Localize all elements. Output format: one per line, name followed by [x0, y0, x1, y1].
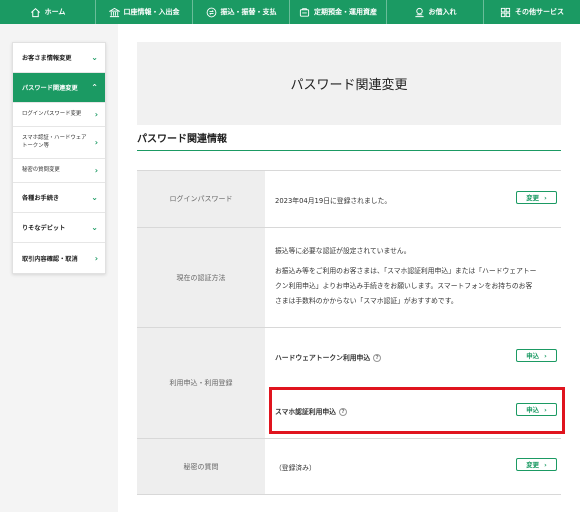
home-icon	[30, 7, 40, 17]
nav-account[interactable]: 口座情報・入出金	[96, 0, 193, 24]
hardware-token-apply-button[interactable]: 申込 ›	[516, 349, 557, 362]
chevron-right-icon: ›	[94, 109, 98, 119]
sidebar-item-procedures[interactable]: 各種お手続き ⌄	[13, 183, 105, 213]
highlight-box	[269, 387, 565, 434]
table-row-secret-question: 秘密の質問 （登録済み） 変更 ›	[137, 439, 561, 495]
sidebar-item-customer-info[interactable]: お客さま情報変更 ⌄	[13, 43, 105, 73]
sidebar-item-label: 各種お手続き	[22, 195, 60, 202]
secret-status-text: （登録済み）	[275, 464, 316, 472]
savings-icon	[299, 7, 310, 17]
change-secret-question-button[interactable]: 変更 ›	[516, 458, 557, 471]
nav-transfer-label: 振込・振替・支払	[220, 8, 277, 16]
row-label: ログインパスワード	[137, 171, 265, 227]
main-content: パスワード関連変更 パスワード関連情報 ログインパスワード 2023年04月19…	[118, 24, 580, 512]
row-content: 振込等に必要な認証が設定されていません。 お振込み等をご利用のお客さまは、「スマ…	[265, 228, 561, 327]
page-title: パスワード関連変更	[137, 42, 561, 125]
auth-guidance-line2: クン利用申込」よりお申込み手続きをお願いします。スマートフォンをお持ちのお客	[275, 282, 533, 290]
sidebar-item-password-change[interactable]: パスワード関連変更 ⌃	[13, 73, 105, 103]
nav-savings[interactable]: 定期預金・運用資産	[290, 0, 387, 24]
bank-icon	[108, 7, 120, 17]
sidebar-subitem-label: スマホ認証・ハードウェア トークン等	[22, 135, 87, 151]
chevron-right-icon: ›	[544, 351, 547, 360]
auth-guidance-line1: お振込み等をご利用のお客さまは、「スマホ認証利用申込」または「ハードウェアトー	[275, 267, 537, 275]
sidebar-subitem-label: ログインパスワード変更	[22, 110, 82, 117]
chevron-down-icon: ⌄	[91, 193, 98, 202]
transfer-icon	[206, 7, 216, 17]
row-content: 2023年04月19日に登録されました。 変更 ›	[265, 171, 561, 227]
hardware-token-text: ハードウェアトークン利用申込	[275, 354, 371, 362]
nav-home-label: ホーム	[44, 8, 66, 16]
auth-guidance-text: お振込み等をご利用のお客さまは、「スマホ認証利用申込」または「ハードウェアトー …	[275, 264, 551, 309]
section-divider	[137, 150, 561, 151]
nav-account-label: 口座情報・入出金	[123, 8, 180, 16]
loan-icon	[414, 7, 424, 17]
chevron-down-icon: ⌄	[91, 53, 98, 62]
chevron-up-icon: ⌃	[91, 83, 98, 92]
chevron-right-icon: ›	[544, 193, 547, 202]
button-label: 変更	[526, 194, 540, 202]
sidebar-subitem-label-line1: スマホ認証・ハードウェア	[22, 134, 87, 141]
table-row-auth-method: 現在の認証方法 振込等に必要な認証が設定されていません。 お振込み等をご利用のお…	[137, 228, 561, 328]
change-login-password-button[interactable]: 変更 ›	[516, 191, 557, 204]
chevron-right-icon: ›	[94, 137, 98, 147]
nav-loan-label: お借入れ	[428, 8, 457, 16]
info-table: ログインパスワード 2023年04月19日に登録されました。 変更 › 現在の認…	[137, 170, 561, 495]
hardware-token-label: ハードウェアトークン利用申込?	[275, 352, 382, 362]
sidebar-item-label: お客さま情報変更	[22, 55, 72, 62]
auth-status-text: 振込等に必要な認証が設定されていません。	[275, 247, 411, 255]
sidebar-subitem-label: 秘密の質問変更	[22, 166, 60, 173]
auth-guidance-line3: さまは手数料のかからない「スマホ認証」がおすすめです。	[275, 297, 458, 305]
chevron-right-icon: ›	[94, 253, 98, 263]
sidebar-item-label: 取引内容確認・取消	[22, 255, 78, 263]
row-label: 秘密の質問	[137, 439, 265, 494]
row-content: （登録済み） 変更 ›	[265, 439, 561, 494]
top-nav: ホーム 口座情報・入出金 振込・振替・支払 定期預金・運用資産 お借入れ その他…	[0, 0, 580, 24]
section-title: パスワード関連情報	[137, 134, 227, 145]
sidebar-item-label: りそなデビット	[22, 225, 66, 232]
chevron-right-icon: ›	[544, 460, 547, 469]
nav-loan[interactable]: お借入れ	[387, 0, 484, 24]
sidebar-subitem-label-line2: トークン等	[22, 142, 49, 149]
chevron-down-icon: ⌄	[91, 223, 98, 232]
button-label: 変更	[526, 461, 540, 469]
nav-transfer[interactable]: 振込・振替・支払	[193, 0, 290, 24]
nav-savings-label: 定期預金・運用資産	[314, 8, 377, 16]
row-label: 現在の認証方法	[137, 228, 265, 327]
nav-other[interactable]: その他サービス	[484, 0, 580, 24]
table-row-login-password: ログインパスワード 2023年04月19日に登録されました。 変更 ›	[137, 171, 561, 228]
login-registered-text: 2023年04月19日に登録されました。	[275, 197, 392, 205]
sidebar-item-label: パスワード関連変更	[22, 85, 78, 92]
button-label: 申込	[526, 352, 540, 360]
nav-home[interactable]: ホーム	[0, 0, 96, 24]
sidebar-subitem-sumaho-auth[interactable]: スマホ認証・ハードウェア トークン等 ›	[13, 127, 105, 159]
nav-other-label: その他サービス	[515, 8, 564, 16]
help-icon[interactable]: ?	[373, 354, 382, 362]
sidebar-item-debit[interactable]: りそなデビット ⌄	[13, 213, 105, 243]
row-label: 利用申込・利用登録	[137, 328, 265, 438]
sidebar: お客さま情報変更 ⌄ パスワード関連変更 ⌃ ログインパスワード変更 › スマホ…	[12, 42, 106, 274]
sidebar-subitem-login-password[interactable]: ログインパスワード変更 ›	[13, 103, 105, 127]
grid-icon	[500, 7, 511, 17]
sidebar-item-history[interactable]: 取引内容確認・取消 ›	[13, 243, 105, 273]
sidebar-subitem-secret-question[interactable]: 秘密の質問変更 ›	[13, 159, 105, 183]
chevron-right-icon: ›	[94, 165, 98, 175]
